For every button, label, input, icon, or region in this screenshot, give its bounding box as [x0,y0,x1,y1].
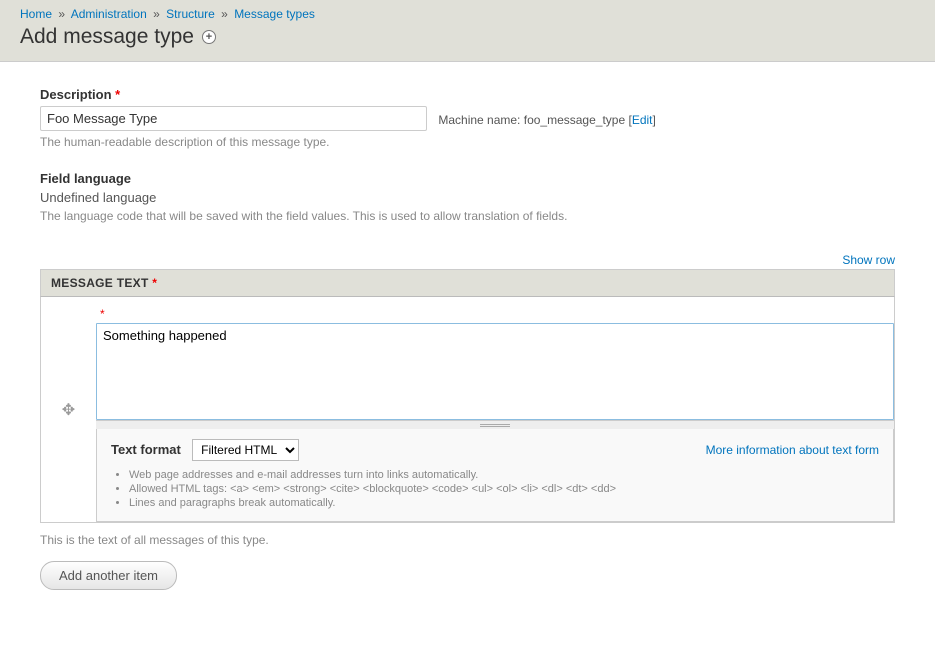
breadcrumb-structure[interactable]: Structure [166,7,215,21]
required-marker: * [115,87,120,102]
required-marker: * [152,276,157,290]
format-tip: Lines and paragraphs break automatically… [129,497,879,509]
page-title-text: Add message type [20,25,194,49]
message-text-help: This is the text of all messages of this… [40,533,895,547]
message-text-header-label: MESSAGE TEXT [51,276,149,290]
field-language-value: Undefined language [40,190,895,205]
textarea-resize-grippie[interactable] [96,420,894,429]
add-another-item-button[interactable]: Add another item [40,561,177,590]
text-format-select[interactable]: Filtered HTML [192,439,299,461]
show-row-link[interactable]: Show row [842,253,895,267]
format-tips-list: Web page addresses and e-mail addresses … [111,469,879,509]
breadcrumb: Home » Administration » Structure » Mess… [20,7,915,21]
breadcrumb-home[interactable]: Home [20,7,52,21]
machine-name-label: Machine name: [438,113,520,127]
drag-handle-icon[interactable]: ✥ [62,400,75,420]
field-language-label: Field language [40,171,895,186]
format-tip: Allowed HTML tags: <a> <em> <strong> <ci… [129,483,879,495]
machine-name-value: foo_message_type [524,113,625,127]
format-tip: Web page addresses and e-mail addresses … [129,469,879,481]
breadcrumb-separator: » [221,7,228,21]
message-text-header: MESSAGE TEXT * [40,269,895,297]
show-row-link-wrap: Show row [40,253,895,267]
field-language-help: The language code that will be saved wit… [40,209,895,223]
plus-icon: + [202,30,216,44]
description-input[interactable] [40,106,427,131]
text-format-label: Text format [111,442,181,457]
message-text-textarea[interactable]: Something happened [97,324,893,419]
machine-name-edit-link[interactable]: Edit [632,113,653,127]
required-marker: * [100,307,894,321]
grippie-lines-icon [480,424,510,427]
breadcrumb-administration[interactable]: Administration [71,7,147,21]
breadcrumb-separator: » [58,7,65,21]
page-title: Add message type + [20,25,915,49]
breadcrumb-message-types[interactable]: Message types [234,7,315,21]
machine-name-suffix: Machine name: foo_message_type [Edit] [438,113,656,127]
description-help: The human-readable description of this m… [40,135,895,149]
more-info-link[interactable]: More information about text form [706,443,879,457]
description-label: Description * [40,87,895,102]
breadcrumb-separator: » [153,7,160,21]
description-label-text: Description [40,87,112,102]
